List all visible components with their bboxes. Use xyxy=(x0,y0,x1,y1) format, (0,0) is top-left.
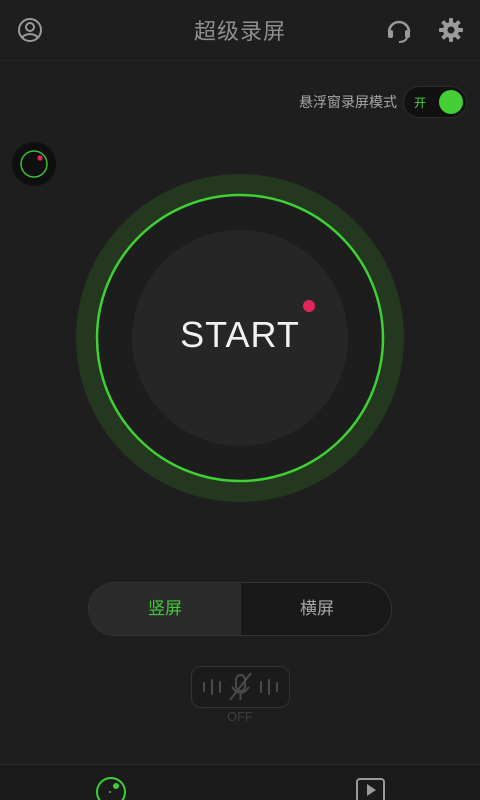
start-label: START xyxy=(180,314,300,355)
toggle-knob xyxy=(439,90,463,114)
landscape-option[interactable]: 横屏 xyxy=(241,583,391,635)
headset-icon[interactable] xyxy=(385,16,413,44)
start-button[interactable]: START xyxy=(76,174,404,502)
record-icon[interactable] xyxy=(95,771,127,800)
bottom-nav xyxy=(0,764,480,800)
gear-icon[interactable] xyxy=(437,16,465,44)
portrait-option[interactable]: 竖屏 xyxy=(89,583,241,635)
video-list-icon[interactable] xyxy=(355,771,387,800)
record-dot xyxy=(303,300,315,312)
app-screen: 超级录屏 悬浮窗录屏模式 开 START 竖屏 横屏 OFF xyxy=(0,0,480,800)
app-header: 超级录屏 xyxy=(0,0,480,61)
microphone-muted-icon xyxy=(203,672,278,701)
audio-status-label: OFF xyxy=(227,709,253,724)
floating-mode-label: 悬浮窗录屏模式 xyxy=(299,95,397,111)
floating-widget[interactable] xyxy=(12,142,56,186)
audio-toggle-button[interactable] xyxy=(191,666,290,708)
orientation-selector: 竖屏 横屏 xyxy=(88,582,392,636)
floating-mode-toggle[interactable]: 开 xyxy=(403,86,467,118)
toggle-state-text: 开 xyxy=(414,96,427,110)
